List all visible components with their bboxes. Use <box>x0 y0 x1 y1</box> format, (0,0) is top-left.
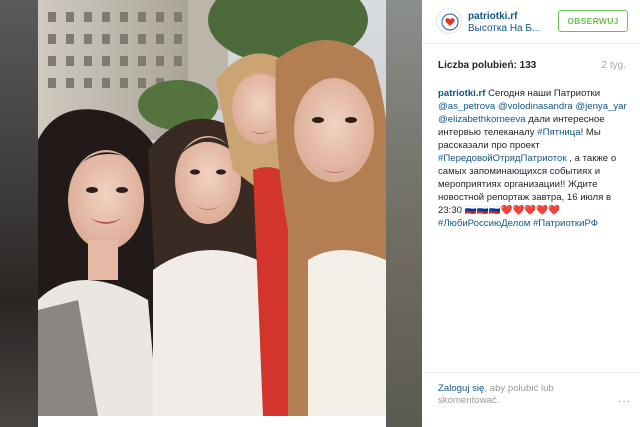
login-link[interactable]: Zaloguj się <box>438 383 484 394</box>
post-caption: patriotki.rf Сегодня наши Патриотки @as_… <box>438 87 632 230</box>
profile-avatar[interactable] <box>436 8 462 34</box>
login-prompt: Zaloguj się, aby polubić lub skomentować… <box>438 383 588 407</box>
mention-link[interactable]: @jenya_yar <box>575 101 626 112</box>
caption-text: Сегодня наши Патриотки <box>485 88 601 99</box>
post-username[interactable]: patriotki.rf <box>468 11 517 22</box>
hashtag-link[interactable]: #Пятница <box>537 127 580 138</box>
blurred-backdrop-left <box>0 0 38 427</box>
post-side-panel: patriotki.rf Высотка На Б... OBSERWUJ Li… <box>422 0 640 427</box>
selfie-image <box>38 0 386 416</box>
blurred-backdrop-right <box>386 0 422 427</box>
more-options-icon[interactable]: ... <box>618 391 631 405</box>
likes-label: Liczba polubień: <box>438 60 517 71</box>
likes-row: Liczba polubień: 133 2 tyg. <box>438 60 626 71</box>
post-timestamp[interactable]: 2 tyg. <box>602 60 626 71</box>
caption-author-link[interactable]: patriotki.rf <box>438 88 485 99</box>
mention-link[interactable]: @elizabethkorneeva <box>438 114 526 125</box>
post-photo[interactable] <box>38 0 386 416</box>
heart-logo-icon <box>441 13 459 31</box>
post-location[interactable]: Высотка На Б... <box>468 23 552 34</box>
follow-button[interactable]: OBSERWUJ <box>558 10 628 32</box>
mention-link[interactable]: @volodinasandra <box>498 101 573 112</box>
likes-count: 133 <box>519 60 537 71</box>
hashtag-link[interactable]: #ПередовойОтрядПатриоток <box>438 153 567 164</box>
post-footer: Zaloguj się, aby polubić lub skomentować… <box>422 372 640 427</box>
hashtag-link[interactable]: #ЛюбиРоссиюДелом <box>438 218 530 229</box>
mention-link[interactable]: @as_petrova <box>438 101 495 112</box>
post-header: patriotki.rf Высотка На Б... OBSERWUJ <box>422 0 640 44</box>
hashtag-link[interactable]: #ПатриоткиРФ <box>533 218 598 229</box>
